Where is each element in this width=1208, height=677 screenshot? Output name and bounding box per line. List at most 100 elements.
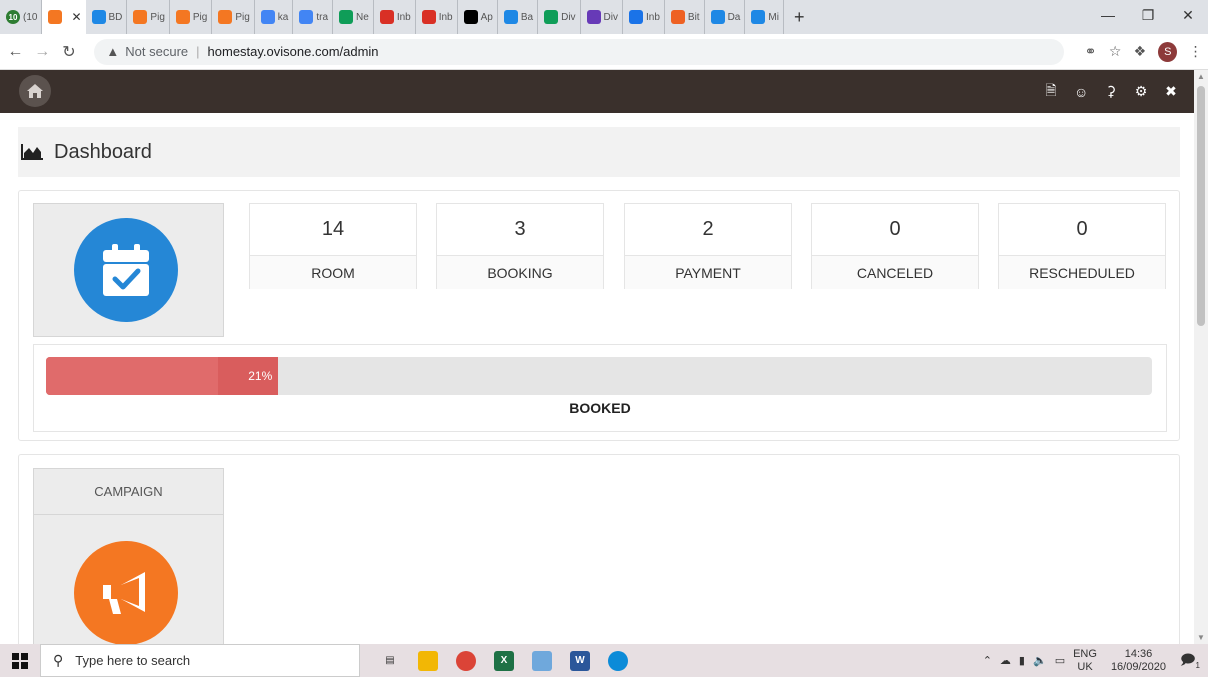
taskbar-search-input[interactable]: ⚲ Type here to search — [40, 644, 360, 677]
stat-label: CANCELED — [812, 256, 978, 289]
volume-icon[interactable]: 🔈 — [1033, 654, 1047, 667]
campaign-circle[interactable] — [74, 541, 178, 645]
browser-tab[interactable]: ✕ — [42, 0, 86, 34]
maximize-button[interactable]: ❐ — [1128, 0, 1168, 30]
browser-tab[interactable]: Pig — [212, 0, 255, 34]
gear-icon[interactable]: ⚙ — [1134, 83, 1148, 100]
close-window-button[interactable]: ✕ — [1168, 0, 1208, 30]
tab-label: Da — [727, 11, 741, 23]
tab-label: Inb — [438, 11, 453, 23]
notepad-icon[interactable] — [532, 650, 552, 671]
profile-avatar[interactable]: S — [1158, 41, 1178, 62]
minimize-button[interactable]: — — [1088, 0, 1128, 30]
home-icon — [27, 84, 43, 98]
tab-label: tra — [316, 11, 329, 23]
browser-tab[interactable]: Bit — [665, 0, 705, 34]
home-button[interactable] — [19, 75, 51, 107]
tab-label: (10 — [23, 11, 38, 23]
new-tab-button[interactable]: + — [794, 7, 805, 28]
google-drive-icon — [91, 10, 106, 24]
word-icon[interactable]: W — [570, 650, 590, 671]
scroll-down-icon[interactable]: ▼ — [1197, 633, 1205, 642]
stat-label: PAYMENT — [625, 256, 791, 289]
megaphone-icon — [103, 572, 145, 614]
key-icon[interactable]: ⚭ — [1078, 43, 1103, 60]
tab-label: Div — [561, 11, 576, 23]
browser-tab[interactable]: Inb — [374, 0, 416, 34]
kebab-menu-icon[interactable]: ⋮ — [1183, 43, 1208, 60]
browser-tab[interactable]: Pig — [127, 0, 170, 34]
page-scrollbar[interactable]: ▲ ▼ — [1194, 70, 1208, 644]
battery-icon[interactable]: ▮ — [1019, 654, 1025, 667]
notification-icon[interactable]: 🗩1 — [1180, 649, 1200, 673]
stat-label: ROOM — [250, 256, 416, 289]
language-indicator[interactable]: ENG UK — [1073, 648, 1097, 674]
tab-label: Ba — [520, 11, 534, 23]
browser-tab[interactable]: Inb — [623, 0, 665, 34]
booked-label: BOOKED — [569, 400, 631, 416]
bell-icon[interactable]: ⚳ — [1104, 83, 1118, 100]
clock-time: 14:36 — [1124, 647, 1153, 660]
stat-value: 14 — [250, 204, 416, 256]
browser-tab[interactable]: Da — [705, 0, 746, 34]
chrome-icon[interactable] — [456, 650, 476, 671]
scroll-thumb[interactable] — [1197, 86, 1205, 326]
browser-tab[interactable]: BD — [86, 0, 128, 34]
tab-label: Div — [603, 11, 618, 23]
tab-close-icon[interactable]: ✕ — [71, 10, 81, 24]
url-input[interactable]: ▲ Not secure | homestay.ovisone.com/admi… — [94, 38, 1065, 65]
pig-icon — [133, 10, 148, 24]
browser-tab[interactable]: Div — [538, 0, 581, 34]
pigeon-icon — [218, 10, 233, 24]
browser-tab-strip: 10 (10 ✕ BD Pig Pig Pig ka tra Ne Inb Inb Ap Ba Div Div… — [0, 0, 1208, 34]
browser-tab[interactable]: 10 (10 — [0, 0, 43, 34]
close-icon[interactable]: ✖ — [1164, 83, 1178, 100]
medium-icon — [463, 10, 478, 24]
user-icon[interactable]: ☺ — [1074, 84, 1088, 100]
excel-icon[interactable]: X — [494, 650, 514, 671]
reload-icon[interactable]: ↻ — [58, 42, 81, 62]
puzzle-icon[interactable]: ❖ — [1128, 43, 1153, 60]
browser-tab[interactable]: Div — [581, 0, 623, 34]
booked-progress-fill: 21% — [46, 357, 279, 395]
notification-count-icon: 10 — [6, 10, 20, 24]
network-icon[interactable]: ▭ — [1055, 654, 1065, 667]
booked-progress-bar: 21% — [46, 357, 1152, 395]
scroll-up-icon[interactable]: ▲ — [1197, 72, 1205, 81]
dashboard-icon — [710, 10, 725, 24]
browser-tab[interactable]: tra — [293, 0, 334, 34]
google-drive-icon — [503, 10, 518, 24]
browser-tab[interactable]: Pig — [170, 0, 213, 34]
forward-icon[interactable]: → — [31, 43, 54, 61]
pigeon-icon — [48, 10, 63, 24]
back-icon[interactable]: ← — [4, 43, 27, 61]
google-icon — [260, 10, 275, 24]
clock[interactable]: 14:36 16/09/2020 — [1111, 648, 1166, 674]
browser-tab[interactable]: Ba — [498, 0, 539, 34]
area-chart-icon — [21, 144, 43, 160]
document-icon[interactable]: 🗎 — [1044, 80, 1058, 104]
stat-value: 2 — [625, 204, 791, 256]
cloud-icon[interactable]: ☁ — [1000, 654, 1011, 667]
edge-icon[interactable] — [608, 650, 628, 671]
tab-label: Inb — [396, 11, 411, 23]
security-status: Not secure — [125, 44, 189, 59]
browser-tab[interactable]: Mi — [745, 0, 784, 34]
browser-tab[interactable]: Ne — [333, 0, 374, 34]
file-explorer-icon[interactable] — [418, 650, 438, 671]
windows-start-button[interactable] — [0, 652, 40, 669]
address-bar: ← → ↻ ▲ Not secure | homestay.ovisone.co… — [0, 34, 1208, 70]
task-view-icon[interactable]: ▤ — [380, 651, 400, 671]
star-icon[interactable]: ☆ — [1103, 43, 1128, 60]
browser-tab[interactable]: ka — [255, 0, 294, 34]
stat-room: 14 ROOM — [249, 203, 417, 289]
tab-label: Inb — [646, 11, 660, 23]
browser-tab[interactable]: Ap — [458, 0, 498, 34]
tab-label: ka — [277, 11, 289, 23]
calendar-check-icon — [103, 244, 149, 296]
stat-label: RESCHEDULED — [999, 256, 1165, 289]
mail-icon — [629, 10, 643, 24]
clock-date: 16/09/2020 — [1110, 660, 1166, 673]
chevron-up-icon[interactable]: ⌃ — [983, 654, 992, 667]
browser-tab[interactable]: Inb — [416, 0, 458, 34]
